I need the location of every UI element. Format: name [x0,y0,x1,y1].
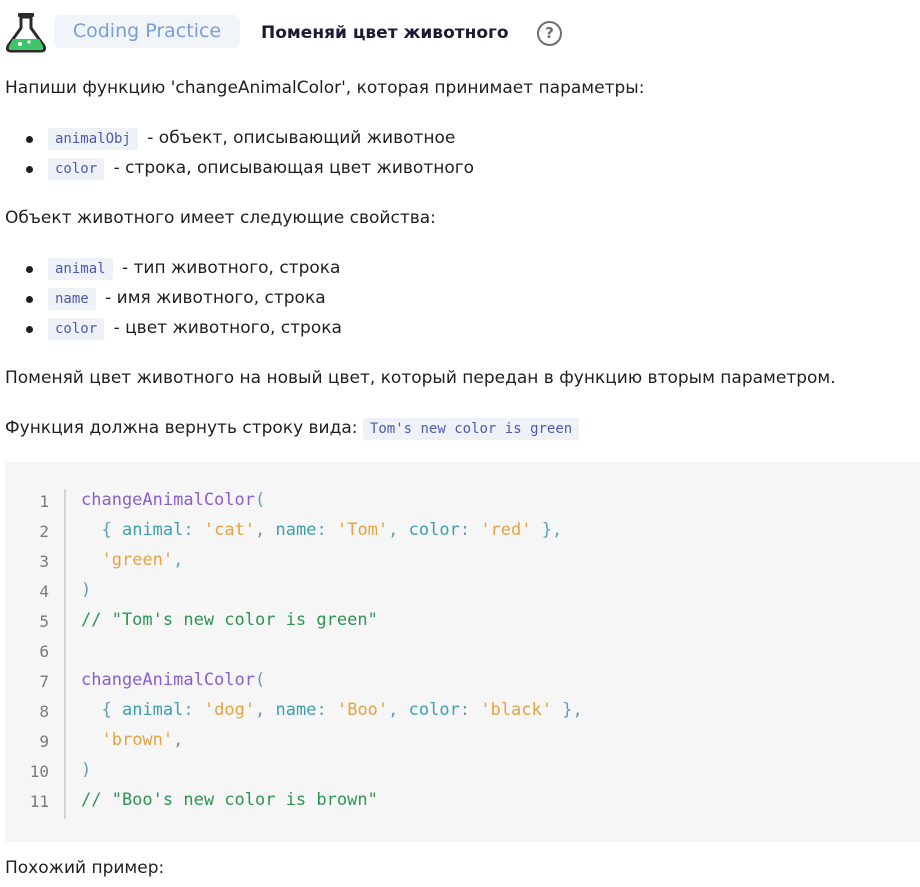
code-line: // "Boo's new color is brown" [81,790,378,810]
code-token: , [388,700,409,720]
code-token: 'red' [480,520,532,540]
flask-icon [5,13,47,53]
intro-text: Напиши функцию 'changeAnimalColor', кото… [5,78,645,98]
code-token: ( [255,490,266,510]
line-number: 8 [39,702,49,721]
code-token: animal [121,700,184,720]
code-token: changeAnimalColor [81,490,255,510]
prop-description: - тип животного, строка [121,258,341,278]
line-number: 2 [39,522,49,541]
code-token: name [275,520,317,540]
task-text: Поменяй цвет животного на новый цвет, ко… [5,368,836,388]
code-line: // "Tom's new color is green" [81,610,378,630]
code-token: , [388,520,409,540]
bullet-marker [26,136,33,143]
code-token: name [275,700,317,720]
code-token: , [255,520,276,540]
code-example-block: 1 changeAnimalColor(2 { animal: 'cat', na… [5,462,920,842]
code-token: }, [551,700,583,720]
code-token: // "Tom's new color is green" [81,610,378,630]
code-line: { animal: 'cat', name: 'Tom', color: 're… [81,520,562,540]
code-token: : [459,520,481,540]
bullet-marker [26,296,33,303]
line-number: 10 [29,762,49,781]
prop-item-name: name - имя животного, строка [48,286,326,311]
inline-code: color [48,158,105,180]
code-token: 'green' [101,550,174,570]
code-line: changeAnimalColor( [81,670,265,690]
code-line: ) [81,580,91,600]
line-number: 11 [29,792,49,811]
code-line: ) [81,760,91,780]
code-token: { [81,520,122,540]
inline-code: animal [48,258,113,280]
line-number: 6 [39,642,49,661]
code-token: : [316,520,337,540]
code-token: changeAnimalColor [81,670,255,690]
bullet-marker [26,166,33,173]
code-token: 'black' [480,700,552,720]
code-token: 'Tom' [336,520,389,540]
inline-code: name [48,288,96,310]
return-label: Функция должна вернуть строку вида: [5,418,358,438]
line-number: 5 [39,612,49,631]
code-token: 'cat' [203,520,256,540]
code-token: }, [531,520,563,540]
code-token: { [81,700,122,720]
help-icon[interactable]: ? [537,21,562,46]
param-item-color: color - строка, описывающая цвет животно… [48,156,474,181]
code-token: ( [255,670,266,690]
line-number: 7 [39,672,49,691]
inline-code: animalObj [48,128,138,150]
code-line: changeAnimalColor( [81,490,265,510]
page-title: Поменяй цвет животного [261,23,509,43]
param-description: - объект, описывающий животное [147,128,456,148]
line-number: 3 [39,552,49,571]
line-number: 1 [39,492,49,511]
inline-code: color [48,318,105,340]
param-item-animalobj: animalObj - объект, описывающий животное [48,126,455,151]
gutter-divider [64,489,66,819]
code-token: animal [121,520,184,540]
task-header: Coding Practice Поменяй цвет животного ? [4,12,904,54]
code-token: 'dog' [203,700,256,720]
code-token: , [173,550,184,570]
code-token: ) [81,760,92,780]
code-line: 'green', [81,550,183,570]
prop-description: - имя животного, строка [105,288,326,308]
prop-description: - цвет животного, строка [113,318,342,338]
code-token: : [183,520,204,540]
code-token: color [408,700,460,720]
code-token: : [459,700,481,720]
code-token: , [255,700,276,720]
param-description: - строка, описывающая цвет животного [113,158,475,178]
code-token: ) [81,580,92,600]
bullet-marker [26,326,33,333]
code-token: // "Boo's new color is brown" [81,790,378,810]
bullet-marker [26,266,33,273]
return-code: Tom's new color is green [362,418,580,440]
code-token: : [183,700,204,720]
code-line: { animal: 'dog', name: 'Boo', color: 'bl… [81,700,583,720]
return-text: Функция должна вернуть строку вида: Tom'… [5,416,583,441]
code-token: color [408,520,460,540]
similar-example-label: Похожий пример: [5,858,165,878]
code-token: , [173,730,184,750]
code-token: 'Boo' [336,700,389,720]
category-badge[interactable]: Coding Practice [54,15,240,48]
code-line: 'brown', [81,730,183,750]
props-intro-text: Объект животного имеет следующие свойств… [5,208,436,228]
prop-item-animal: animal - тип животного, строка [48,256,340,281]
code-token: 'brown' [101,730,174,750]
prop-item-color: color - цвет животного, строка [48,316,342,341]
code-token: : [316,700,337,720]
line-number: 4 [39,582,49,601]
line-number: 9 [39,732,49,751]
